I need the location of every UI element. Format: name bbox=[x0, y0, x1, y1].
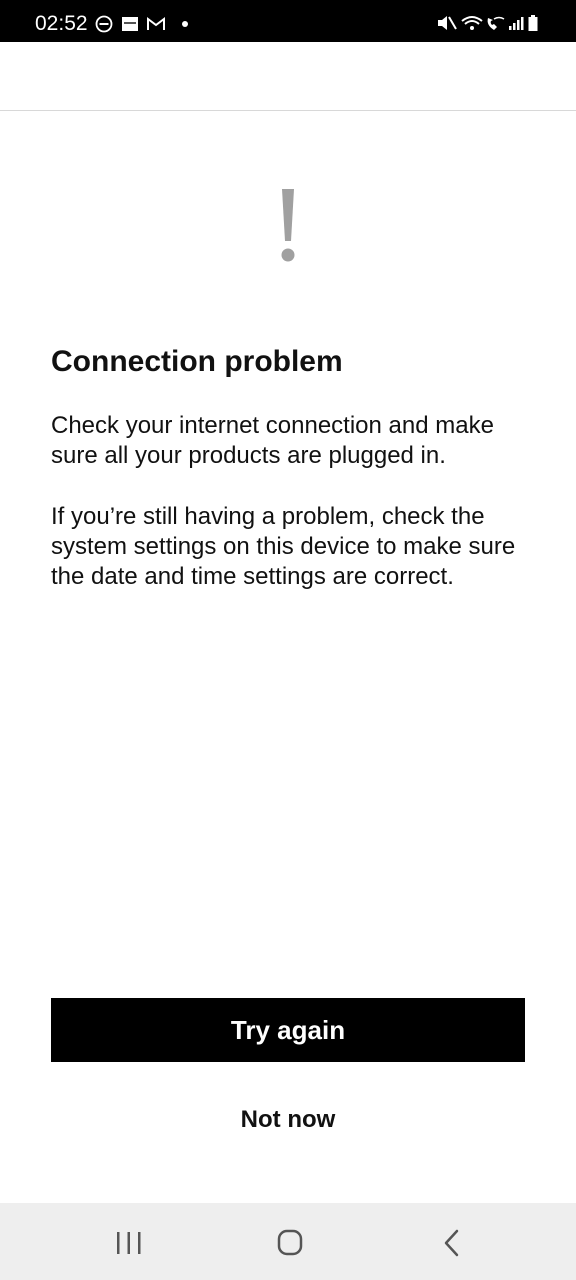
dot-icon bbox=[182, 21, 188, 27]
system-nav-bar bbox=[0, 1203, 576, 1280]
back-icon[interactable] bbox=[421, 1223, 481, 1263]
exclamation-icon bbox=[281, 189, 295, 262]
message-paragraph-1: Check your internet connection and make … bbox=[51, 412, 494, 469]
mute-icon bbox=[438, 16, 457, 30]
wifi-calling-icon bbox=[487, 16, 505, 30]
do-not-disturb-icon bbox=[95, 15, 113, 33]
status-left-icons bbox=[95, 15, 188, 33]
battery-icon bbox=[528, 15, 538, 31]
signal-icon bbox=[509, 17, 524, 30]
status-right-icons bbox=[438, 15, 538, 31]
not-now-button[interactable]: Not now bbox=[188, 1098, 388, 1142]
home-icon[interactable] bbox=[260, 1223, 320, 1263]
recents-icon[interactable] bbox=[99, 1223, 159, 1263]
status-bar: 02:52 bbox=[0, 0, 576, 42]
wifi-icon bbox=[461, 16, 483, 30]
app-bar bbox=[0, 42, 576, 111]
page-title: Connection problem bbox=[51, 345, 343, 378]
image-notification-icon bbox=[122, 17, 138, 31]
gmail-icon bbox=[147, 17, 165, 30]
try-again-button[interactable]: Try again bbox=[51, 998, 525, 1062]
message-paragraph-2: If you’re still having a problem, check … bbox=[51, 503, 516, 590]
status-time: 02:52 bbox=[35, 12, 88, 35]
